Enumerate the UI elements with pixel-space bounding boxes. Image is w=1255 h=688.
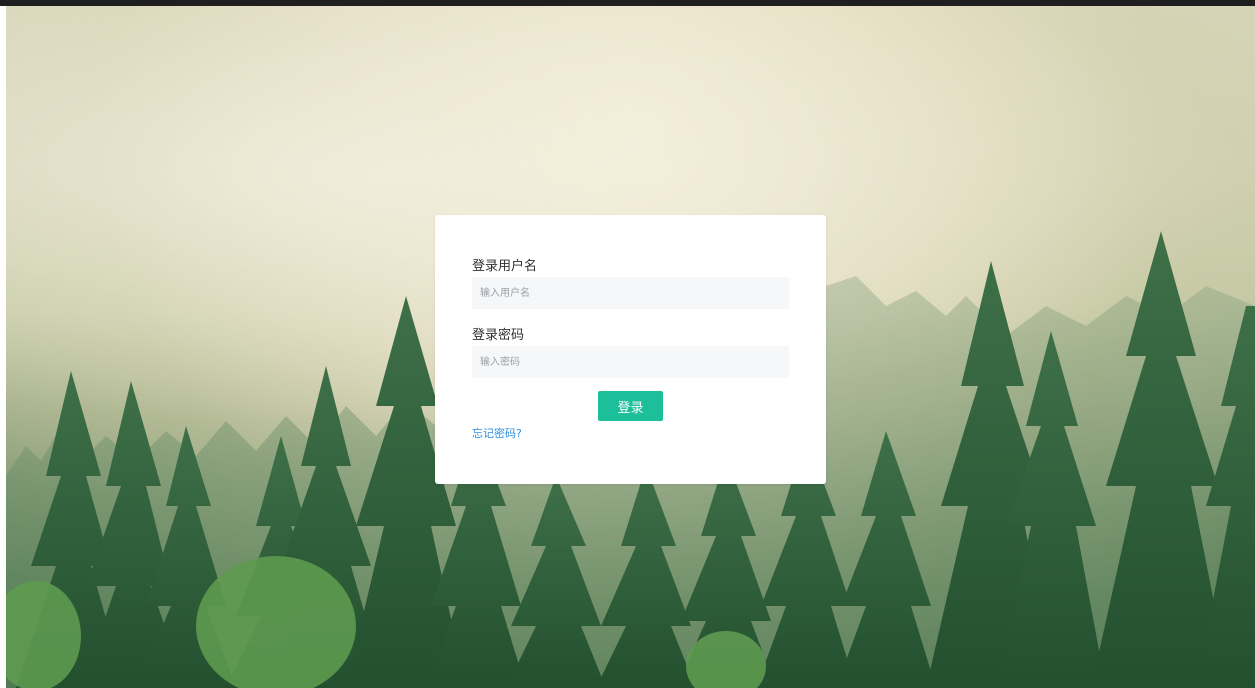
login-page: 登录用户名 登录密码 登录 忘记密码? — [0, 0, 1255, 688]
password-label: 登录密码 — [472, 328, 525, 343]
password-input[interactable] — [472, 346, 789, 378]
username-input[interactable] — [472, 277, 789, 309]
login-button[interactable]: 登录 — [598, 391, 663, 421]
forgot-password-link[interactable]: 忘记密码? — [472, 425, 522, 441]
login-card: 登录用户名 登录密码 登录 忘记密码? — [435, 215, 826, 484]
username-label: 登录用户名 — [472, 259, 538, 274]
